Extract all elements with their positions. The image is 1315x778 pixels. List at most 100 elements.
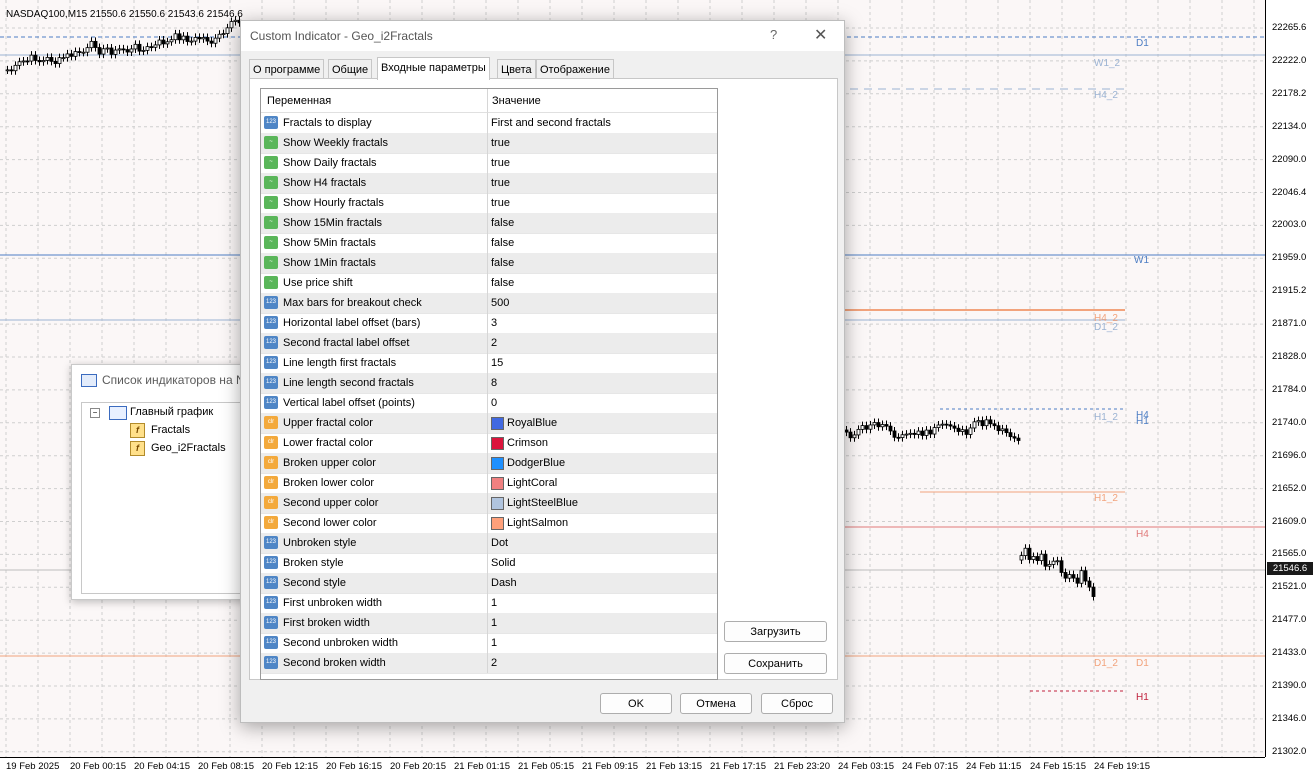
tree-item-fractals[interactable]: Fractals <box>151 424 190 436</box>
param-row[interactable]: ~ Use price shift false <box>261 273 717 294</box>
ok-button[interactable]: OK <box>600 693 672 714</box>
candle <box>1055 560 1060 563</box>
candle <box>944 423 949 426</box>
candle <box>49 57 54 62</box>
tree-root-main-chart[interactable]: Главный график <box>130 406 213 418</box>
param-value[interactable]: false <box>491 273 514 293</box>
param-value[interactable]: true <box>491 173 510 193</box>
save-button[interactable]: Сохранить <box>724 653 827 674</box>
param-row[interactable]: ~ Show 15Min fractals false <box>261 213 717 234</box>
param-value[interactable]: false <box>491 253 514 273</box>
parameters-table[interactable]: Переменная Значение 123 Fractals to displ… <box>260 88 718 680</box>
tab-colors[interactable]: Цвета <box>497 59 536 79</box>
candle <box>1091 586 1096 597</box>
param-value[interactable]: 1 <box>491 593 497 613</box>
candle <box>169 39 174 43</box>
custom-indicator-dialog[interactable]: Custom Indicator - Geo_i2Fractals ? ✕ О … <box>240 20 845 723</box>
param-value[interactable]: true <box>491 133 510 153</box>
tab-inputs[interactable]: Входные параметры <box>377 57 490 80</box>
param-value[interactable]: 1 <box>491 613 497 633</box>
price-tick-label: 22003.0 <box>1272 219 1307 231</box>
column-header-variable[interactable]: Переменная <box>261 89 492 113</box>
param-row[interactable]: 123 First unbroken width 1 <box>261 593 717 614</box>
column-header-value[interactable]: Значение <box>487 89 717 113</box>
load-button[interactable]: Загрузить <box>724 621 827 642</box>
param-value[interactable]: Dash <box>491 573 517 593</box>
time-tick-label: 20 Feb 04:15 <box>134 761 190 772</box>
param-value[interactable]: 0 <box>491 393 497 413</box>
param-row[interactable]: ~ Show Weekly fractals true <box>261 133 717 154</box>
param-row[interactable]: ~ Show 1Min fractals false <box>261 253 717 274</box>
candle <box>848 431 853 439</box>
param-value[interactable]: false <box>491 213 514 233</box>
param-value[interactable]: LightSalmon <box>507 513 568 533</box>
param-value[interactable]: First and second fractals <box>491 113 611 133</box>
cancel-button[interactable]: Отмена <box>680 693 752 714</box>
param-row[interactable]: 123 Horizontal label offset (bars) 3 <box>261 313 717 334</box>
param-row[interactable]: 123 Line length first fractals 15 <box>261 353 717 374</box>
param-value[interactable]: false <box>491 233 514 253</box>
param-row[interactable]: 123 Broken style Solid <box>261 553 717 574</box>
level-label: D1 <box>1136 658 1149 669</box>
candle <box>860 425 865 430</box>
candle <box>1071 574 1076 579</box>
param-row[interactable]: 123 Second style Dash <box>261 573 717 594</box>
param-value[interactable]: 15 <box>491 353 503 373</box>
param-row[interactable]: ~ Show Daily fractals true <box>261 153 717 174</box>
column-divider <box>487 493 488 513</box>
param-value[interactable]: Solid <box>491 553 515 573</box>
param-row[interactable]: 123 Max bars for breakout check 500 <box>261 293 717 314</box>
close-icon[interactable]: ✕ <box>814 25 827 45</box>
tab-common[interactable]: Общие <box>328 59 373 79</box>
param-row[interactable]: 123 Second unbroken width 1 <box>261 633 717 654</box>
candle <box>217 33 222 39</box>
param-row[interactable]: ~ Show Hourly fractals true <box>261 193 717 214</box>
param-value[interactable]: Crimson <box>507 433 548 453</box>
param-value[interactable]: true <box>491 153 510 173</box>
param-value[interactable]: 1 <box>491 633 497 653</box>
param-value[interactable]: 2 <box>491 333 497 353</box>
param-row[interactable]: ~ Show H4 fractals true <box>261 173 717 194</box>
price-axis[interactable]: 22265.6 22222.0 22178.2 22134.0 22090.0 22046… <box>1265 0 1315 757</box>
dialog-titlebar[interactable]: Custom Indicator - Geo_i2Fractals ? ✕ <box>241 21 844 51</box>
collapse-icon[interactable]: − <box>90 408 100 418</box>
param-value[interactable]: 2 <box>491 653 497 673</box>
param-row[interactable]: 123 Fractals to display First and second f… <box>261 113 717 134</box>
param-row[interactable]: 123 First broken width 1 <box>261 613 717 634</box>
param-name: Unbroken style <box>283 537 357 549</box>
param-row[interactable]: clr Broken upper color DodgerBlue <box>261 453 717 474</box>
param-row[interactable]: clr Broken lower color LightCoral <box>261 473 717 494</box>
param-row[interactable]: 123 Second broken width 2 <box>261 653 717 674</box>
param-value[interactable]: 8 <box>491 373 497 393</box>
param-row[interactable]: clr Second upper color LightSteelBlue <box>261 493 717 514</box>
param-row[interactable]: clr Lower fractal color Crimson <box>261 433 717 454</box>
param-value[interactable]: Dot <box>491 533 508 553</box>
param-value[interactable]: RoyalBlue <box>507 413 557 433</box>
help-button[interactable]: ? <box>770 27 777 42</box>
param-name: Show 5Min fractals <box>283 237 376 249</box>
param-row[interactable]: 123 Vertical label offset (points) 0 <box>261 393 717 414</box>
candle <box>65 53 70 59</box>
param-row[interactable]: 123 Second fractal label offset 2 <box>261 333 717 354</box>
param-value[interactable]: LightSteelBlue <box>507 493 578 513</box>
param-row[interactable]: 123 Unbroken style Dot <box>261 533 717 554</box>
candle <box>173 33 178 41</box>
param-value[interactable]: true <box>491 193 510 213</box>
param-value[interactable]: 500 <box>491 293 509 313</box>
param-value[interactable]: DodgerBlue <box>507 453 565 473</box>
tree-item-geo-i2fractals[interactable]: Geo_i2Fractals <box>151 442 226 454</box>
param-row[interactable]: 123 Line length second fractals 8 <box>261 373 717 394</box>
param-row[interactable]: clr Second lower color LightSalmon <box>261 513 717 534</box>
tab-visualization[interactable]: Отображение <box>536 59 614 79</box>
param-row[interactable]: ~ Show 5Min fractals false <box>261 233 717 254</box>
candle <box>1027 547 1032 560</box>
candle <box>1067 574 1072 579</box>
param-value[interactable]: 3 <box>491 313 497 333</box>
param-row[interactable]: clr Upper fractal color RoyalBlue <box>261 413 717 434</box>
param-value[interactable]: LightCoral <box>507 473 557 493</box>
reset-button[interactable]: Сброс <box>761 693 833 714</box>
tab-about[interactable]: О программе <box>249 59 325 79</box>
candle <box>193 37 198 42</box>
param-name: Second upper color <box>283 497 379 509</box>
time-axis[interactable]: 19 Feb 2025 20 Feb 00:15 20 Feb 04:15 20 Fe… <box>0 757 1265 778</box>
